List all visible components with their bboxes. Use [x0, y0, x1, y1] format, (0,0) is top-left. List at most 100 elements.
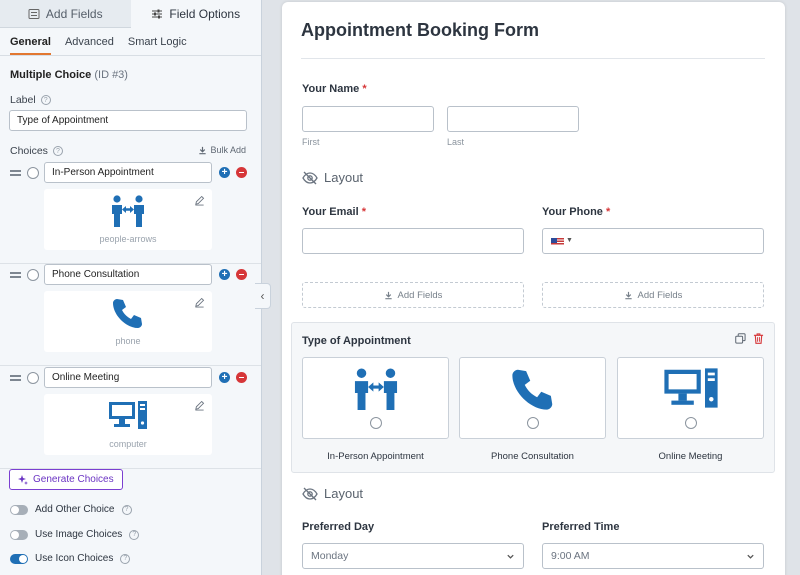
- choice-icon-name: computer: [109, 439, 147, 449]
- choice-label-input[interactable]: Online Meeting: [44, 367, 212, 388]
- help-icon[interactable]: ?: [129, 529, 140, 540]
- help-icon[interactable]: ?: [52, 146, 63, 156]
- subtab-general[interactable]: General: [10, 36, 51, 55]
- options-subtabs: General Advanced Smart Logic: [0, 28, 261, 56]
- layout-label-text: Layout: [324, 486, 364, 501]
- choice-caption: In-Person Appointment: [327, 451, 424, 462]
- subtab-smart-logic[interactable]: Smart Logic: [128, 36, 187, 55]
- download-icon: [199, 146, 207, 154]
- chevron-down-icon: [507, 554, 514, 559]
- computer-icon: [109, 401, 147, 429]
- remove-choice-icon[interactable]: –: [236, 269, 247, 280]
- email-input[interactable]: [302, 228, 524, 254]
- tab-add-fields[interactable]: Add Fields: [0, 0, 131, 28]
- toggle-row-image-choices: Use Image Choices ?: [10, 529, 140, 540]
- generate-choices-button[interactable]: Generate Choices: [9, 469, 123, 490]
- email-label-text: Your Email: [302, 206, 359, 218]
- choice-radio[interactable]: [526, 417, 539, 429]
- choices-caption: Choices: [10, 145, 48, 157]
- caret-down-icon[interactable]: ▼: [566, 237, 573, 244]
- required-mark: *: [362, 83, 367, 95]
- form-preview: Appointment Booking Form Your Name * Fir…: [282, 2, 785, 575]
- drag-handle-icon[interactable]: [10, 170, 21, 176]
- download-icon: [384, 291, 392, 299]
- drag-handle-icon[interactable]: [10, 375, 21, 381]
- us-flag-icon[interactable]: [551, 238, 564, 246]
- help-icon[interactable]: ?: [40, 95, 51, 105]
- choice-card-in-person[interactable]: [302, 357, 449, 439]
- use-icon-choices-toggle[interactable]: [10, 553, 28, 564]
- collapse-panel-chevron-icon[interactable]: ‹: [255, 283, 271, 309]
- appointment-field-label: Type of Appointment: [302, 335, 411, 347]
- default-radio[interactable]: [27, 167, 39, 179]
- use-image-choices-toggle[interactable]: [10, 529, 28, 540]
- add-fields-label: Add Fields: [637, 289, 683, 301]
- layout-section-label[interactable]: Layout: [302, 486, 363, 501]
- tab-field-options[interactable]: Field Options: [130, 0, 261, 28]
- first-sublabel: First: [302, 137, 320, 147]
- field-type-title: Multiple Choice (ID #3): [10, 69, 128, 81]
- choice-icon-picker[interactable]: computer: [44, 394, 212, 455]
- label-input[interactable]: Type of Appointment: [9, 110, 247, 131]
- default-radio[interactable]: [27, 269, 39, 281]
- phone-input[interactable]: ▼: [542, 228, 764, 254]
- last-name-input[interactable]: [447, 106, 579, 132]
- remove-choice-icon[interactable]: –: [236, 167, 247, 178]
- add-choice-icon[interactable]: +: [219, 372, 230, 383]
- bulk-add-button[interactable]: Bulk Add: [198, 145, 246, 155]
- field-options-panel: Add Fields Field Options General Advance…: [0, 0, 262, 575]
- preferred-day-value: Monday: [311, 550, 349, 562]
- help-icon[interactable]: ?: [120, 553, 131, 564]
- trash-icon[interactable]: [753, 333, 764, 344]
- field-id: (ID #3): [94, 69, 128, 81]
- help-icon[interactable]: ?: [121, 504, 132, 515]
- choice-label-input[interactable]: Phone Consultation: [44, 264, 212, 285]
- subtab-advanced[interactable]: Advanced: [65, 36, 114, 55]
- choice-icon-picker[interactable]: phone: [44, 291, 212, 352]
- add-fields-placeholder[interactable]: Add Fields: [302, 282, 524, 308]
- bulk-add-label: Bulk Add: [210, 145, 246, 155]
- appointment-type-field[interactable]: Type of Appointment In-Person Appointmen…: [291, 322, 775, 473]
- edit-icon[interactable]: [194, 297, 205, 308]
- choice-row: Online Meeting + – computer: [0, 367, 261, 469]
- choice-icon-name: people-arrows: [99, 234, 157, 244]
- add-fields-placeholder[interactable]: Add Fields: [542, 282, 764, 308]
- preferred-day-select[interactable]: Monday: [302, 543, 524, 569]
- download-icon: [624, 291, 632, 299]
- choice-card-online[interactable]: [617, 357, 764, 439]
- add-choice-icon[interactable]: +: [219, 167, 230, 178]
- edit-icon[interactable]: [194, 400, 205, 411]
- sliders-icon: [152, 9, 163, 19]
- tab-field-options-label: Field Options: [169, 7, 241, 21]
- remove-choice-icon[interactable]: –: [236, 372, 247, 383]
- name-field-label: Your Name *: [302, 83, 367, 95]
- computer-icon: [663, 368, 718, 408]
- choice-icon-picker[interactable]: people-arrows: [44, 189, 212, 250]
- duplicate-icon[interactable]: [735, 333, 746, 344]
- required-mark: *: [605, 206, 611, 218]
- edit-icon[interactable]: [194, 195, 205, 206]
- choice-label-input[interactable]: In-Person Appointment: [44, 162, 212, 183]
- add-other-choice-label: Add Other Choice: [35, 504, 115, 515]
- choices-caption-row: Choices ?: [10, 145, 63, 157]
- layout-section-label[interactable]: Layout: [302, 170, 363, 185]
- choice-row: In-Person Appointment + – people-arrows: [0, 162, 261, 264]
- label-caption: Label: [10, 94, 36, 106]
- choice-radio[interactable]: [369, 417, 382, 429]
- preferred-time-select[interactable]: 9:00 AM: [542, 543, 764, 569]
- label-caption-row: Label ?: [10, 94, 51, 106]
- eye-slash-icon: [302, 487, 318, 500]
- choice-radio[interactable]: [684, 417, 697, 429]
- add-choice-icon[interactable]: +: [219, 269, 230, 280]
- default-radio[interactable]: [27, 372, 39, 384]
- phone-icon: [511, 369, 552, 410]
- add-other-choice-toggle[interactable]: [10, 504, 28, 515]
- phone-icon: [113, 299, 142, 328]
- choice-card-phone[interactable]: [459, 357, 606, 439]
- drag-handle-icon[interactable]: [10, 272, 21, 278]
- first-name-input[interactable]: [302, 106, 434, 132]
- preferred-time-label: Preferred Time: [542, 521, 620, 533]
- choice-caption: Phone Consultation: [491, 451, 574, 462]
- add-fields-label: Add Fields: [397, 289, 443, 301]
- list-icon: [28, 8, 40, 19]
